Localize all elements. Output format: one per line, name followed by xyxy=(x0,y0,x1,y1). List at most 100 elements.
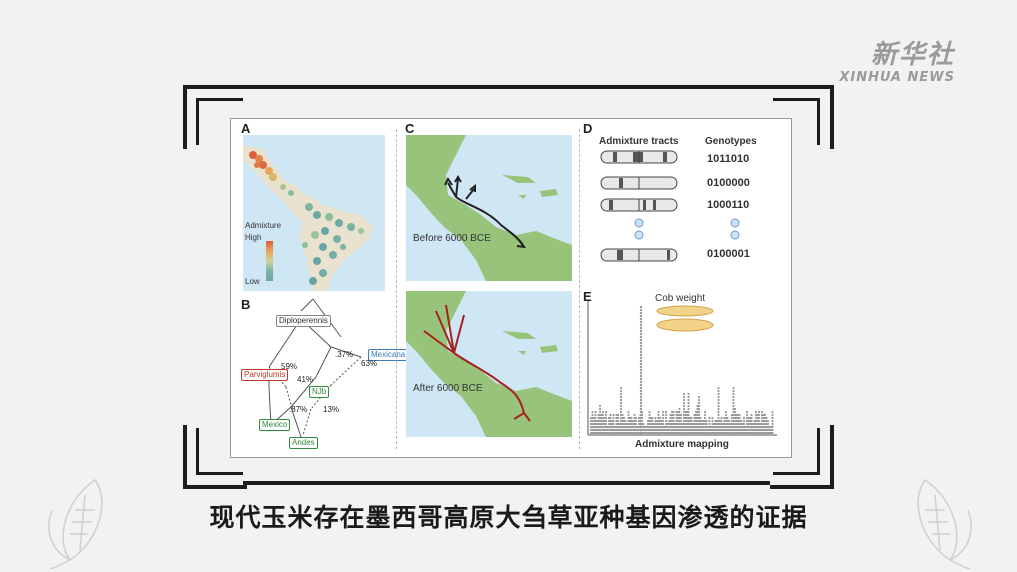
plot-point-peak xyxy=(639,338,643,342)
plot-point-peak xyxy=(639,422,643,426)
plot-point xyxy=(717,389,720,393)
plot-point xyxy=(679,416,683,420)
plot-point-peak xyxy=(639,431,643,435)
plot-point-peak xyxy=(639,323,643,327)
plot-point xyxy=(717,386,720,390)
plot-point xyxy=(664,413,668,417)
divider xyxy=(579,129,580,449)
plot-point xyxy=(717,398,720,402)
genotype-row: 1011010 xyxy=(707,153,750,165)
plot-point xyxy=(591,413,594,417)
plot-point xyxy=(757,416,761,420)
plot-point xyxy=(648,410,651,414)
plot-point xyxy=(738,416,741,420)
pct-63: 63% xyxy=(361,359,378,368)
plot-point xyxy=(657,410,660,414)
plot-point xyxy=(699,416,702,420)
node-mexico: Mexico xyxy=(259,419,291,431)
plot-point xyxy=(763,413,767,417)
plot-point xyxy=(619,386,623,390)
plot-point xyxy=(682,404,686,408)
plot-point xyxy=(627,413,630,417)
plot-point-peak xyxy=(639,371,643,375)
genotype-row: 0100001 xyxy=(707,248,750,260)
plot-point xyxy=(619,410,623,414)
plot-point xyxy=(672,416,675,420)
plot-point xyxy=(697,404,701,408)
plot-point-peak xyxy=(639,311,643,315)
plot-point xyxy=(750,419,753,423)
plot-point-peak xyxy=(639,344,643,348)
plot-point-peak xyxy=(639,359,643,363)
plot-point xyxy=(664,419,668,423)
plot-point xyxy=(601,410,605,414)
science-figure: A Admixture High Low B Diploperennis Mex… xyxy=(230,118,792,458)
plot-point xyxy=(745,413,749,417)
chart-xlabel: Admixture mapping xyxy=(635,439,729,450)
plot-point xyxy=(732,398,735,402)
plot-point xyxy=(757,419,761,423)
plot-point xyxy=(658,416,662,420)
plot-point xyxy=(766,422,770,426)
plot-point xyxy=(672,419,675,423)
plot-point-peak xyxy=(639,347,643,351)
plot-point xyxy=(654,416,657,420)
plot-point xyxy=(604,422,608,426)
legend-high: High xyxy=(245,233,262,242)
plot-point xyxy=(633,413,636,417)
plot-point xyxy=(601,413,605,417)
plot-point xyxy=(634,416,638,420)
pct-41: 41% xyxy=(297,375,314,384)
plot-point xyxy=(742,419,746,423)
plot-point-peak xyxy=(639,368,643,372)
plot-point xyxy=(724,413,728,417)
plot-point xyxy=(717,404,720,408)
plot-point xyxy=(661,413,665,417)
plot-point xyxy=(594,416,597,420)
plot-point xyxy=(771,413,774,417)
plot-point xyxy=(682,395,686,399)
plot-point xyxy=(738,413,741,417)
panel-c-map-before xyxy=(406,135,572,281)
plot-point xyxy=(622,416,626,420)
node-njb: NJb xyxy=(309,386,330,398)
plot-point xyxy=(717,410,720,414)
panel-c-label: C xyxy=(405,121,415,136)
plot-point xyxy=(711,419,714,423)
plot-point-peak xyxy=(639,380,643,384)
plot-point xyxy=(604,413,608,417)
plot-point-peak xyxy=(639,383,643,387)
plot-point xyxy=(771,419,774,423)
plot-point xyxy=(705,419,708,423)
plot-point xyxy=(732,401,735,405)
plot-point-peak xyxy=(639,428,643,432)
plot-point xyxy=(687,407,690,411)
node-andes: Andes xyxy=(289,437,318,449)
plot-point xyxy=(687,392,690,396)
xinhua-logo: 新华社 XINHUA NEWS xyxy=(839,40,955,85)
plot-point xyxy=(771,425,774,429)
plot-point xyxy=(687,404,690,408)
plot-point xyxy=(619,389,623,393)
plot-point xyxy=(630,416,633,420)
panel-d-label: D xyxy=(583,121,593,136)
plot-point xyxy=(697,413,701,417)
plot-point-peak xyxy=(639,425,643,429)
plot-point xyxy=(616,413,620,417)
plot-point xyxy=(678,407,681,411)
plot-point xyxy=(717,401,720,405)
plot-point xyxy=(612,413,615,417)
plot-point xyxy=(717,392,720,396)
plot-point xyxy=(664,416,668,420)
plot-point xyxy=(760,410,764,414)
plot-point xyxy=(627,410,630,414)
plot-point xyxy=(771,431,774,435)
plot-point xyxy=(616,419,620,423)
plot-point xyxy=(742,416,746,420)
plot-point-peak xyxy=(639,356,643,360)
plot-point-peak xyxy=(639,326,643,330)
plot-point xyxy=(621,413,624,417)
plot-point xyxy=(697,398,701,402)
plot-point xyxy=(720,419,723,423)
plot-point xyxy=(733,410,737,414)
